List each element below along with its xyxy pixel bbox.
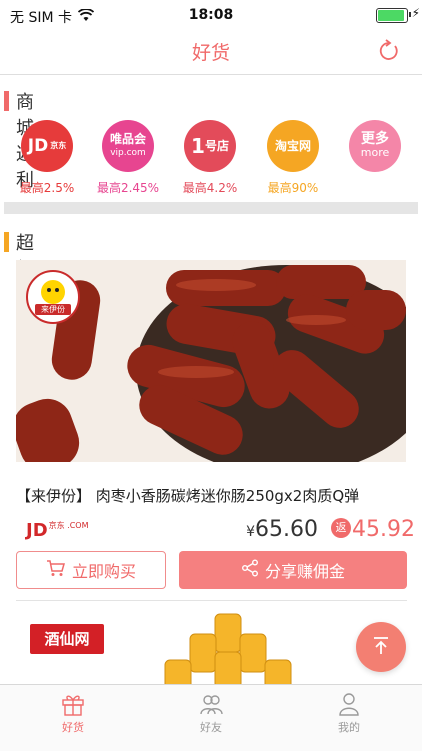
rebate-badge: 返 [331, 518, 351, 538]
status-time: 18:08 [188, 7, 234, 23]
mall-item-more[interactable]: 更多 more [335, 120, 415, 172]
mall-item-vip[interactable]: 唯品会 vip.com 最高2.45% [88, 120, 168, 196]
next-product-image[interactable] [160, 612, 300, 691]
tab-bar: 好货 好友 我的 [0, 684, 422, 751]
brand-badge: 来伊份 [26, 270, 80, 324]
mall-list: JD 京东 最高2.5% 唯品会 vip.com 最高2.45% 1 号店 最高4.2… [0, 120, 422, 198]
item-divider [16, 600, 407, 601]
product-title[interactable]: 【来伊份】 肉枣小香肠碳烤迷你肠250gx2肉质Q弹 [16, 485, 411, 506]
tab-mine[interactable]: 我的 [309, 691, 389, 735]
price-symbol: ¥ [246, 524, 256, 540]
tab-good-items[interactable]: 好货 [33, 691, 113, 735]
tab-label: 好友 [200, 721, 222, 734]
store-logo: JD京东 .COM [26, 520, 89, 541]
buy-now-button[interactable]: 立即购买 [16, 551, 166, 589]
status-bar: 无 SIM 卡 18:08 ⚡ [0, 0, 422, 30]
user-icon [336, 691, 362, 717]
jiuxian-logo: 酒仙网 [30, 624, 104, 654]
section-divider [4, 202, 418, 214]
friends-icon [198, 691, 224, 717]
taobao-logo-icon: 淘宝网 [267, 120, 319, 172]
charging-icon: ⚡ [411, 6, 420, 20]
mall-item-taobao[interactable]: 淘宝网 最高90% [253, 120, 333, 196]
share-icon [241, 559, 265, 581]
store-name: JD [26, 520, 48, 541]
back-to-top-button[interactable] [356, 622, 406, 672]
buy-now-label: 立即购买 [71, 562, 136, 581]
mall-item-yhd[interactable]: 1 号店 最高4.2% [170, 120, 250, 196]
page-title: 好货 [191, 42, 230, 64]
product-price: ¥65.60 [246, 517, 318, 542]
tab-label: 我的 [338, 721, 360, 734]
product-image[interactable]: 来伊份 [16, 260, 406, 462]
mall-rate: 最高2.45% [96, 181, 160, 195]
nav-bar: 好货 [0, 30, 422, 75]
cart-icon [46, 559, 72, 581]
tab-label: 好货 [62, 721, 84, 734]
tab-friends[interactable]: 好友 [171, 691, 251, 735]
price-value: 65.60 [255, 517, 318, 542]
arrow-up-icon [370, 634, 392, 660]
share-earn-button[interactable]: 分享赚佣金 [179, 551, 407, 589]
mall-rate: 最高2.5% [19, 181, 75, 195]
share-earn-label: 分享赚佣金 [264, 562, 345, 581]
rebate-amount: 45.92 [352, 517, 415, 542]
brand-badge-text: 来伊份 [41, 305, 65, 314]
vip-logo-icon: 唯品会 vip.com [102, 120, 154, 172]
battery-icon [376, 8, 408, 23]
gift-icon [60, 691, 86, 717]
mall-item-jd[interactable]: JD 京东 最高2.5% [7, 120, 87, 196]
refresh-icon[interactable] [376, 38, 402, 64]
jd-logo-icon: JD 京东 [21, 120, 73, 172]
more-logo-icon: 更多 more [349, 120, 401, 172]
store-sub: 京东 .COM [48, 521, 89, 530]
yhd-logo-icon: 1 号店 [184, 120, 236, 172]
mall-rate: 最高90% [267, 181, 319, 195]
mall-rate: 最高4.2% [182, 181, 238, 195]
